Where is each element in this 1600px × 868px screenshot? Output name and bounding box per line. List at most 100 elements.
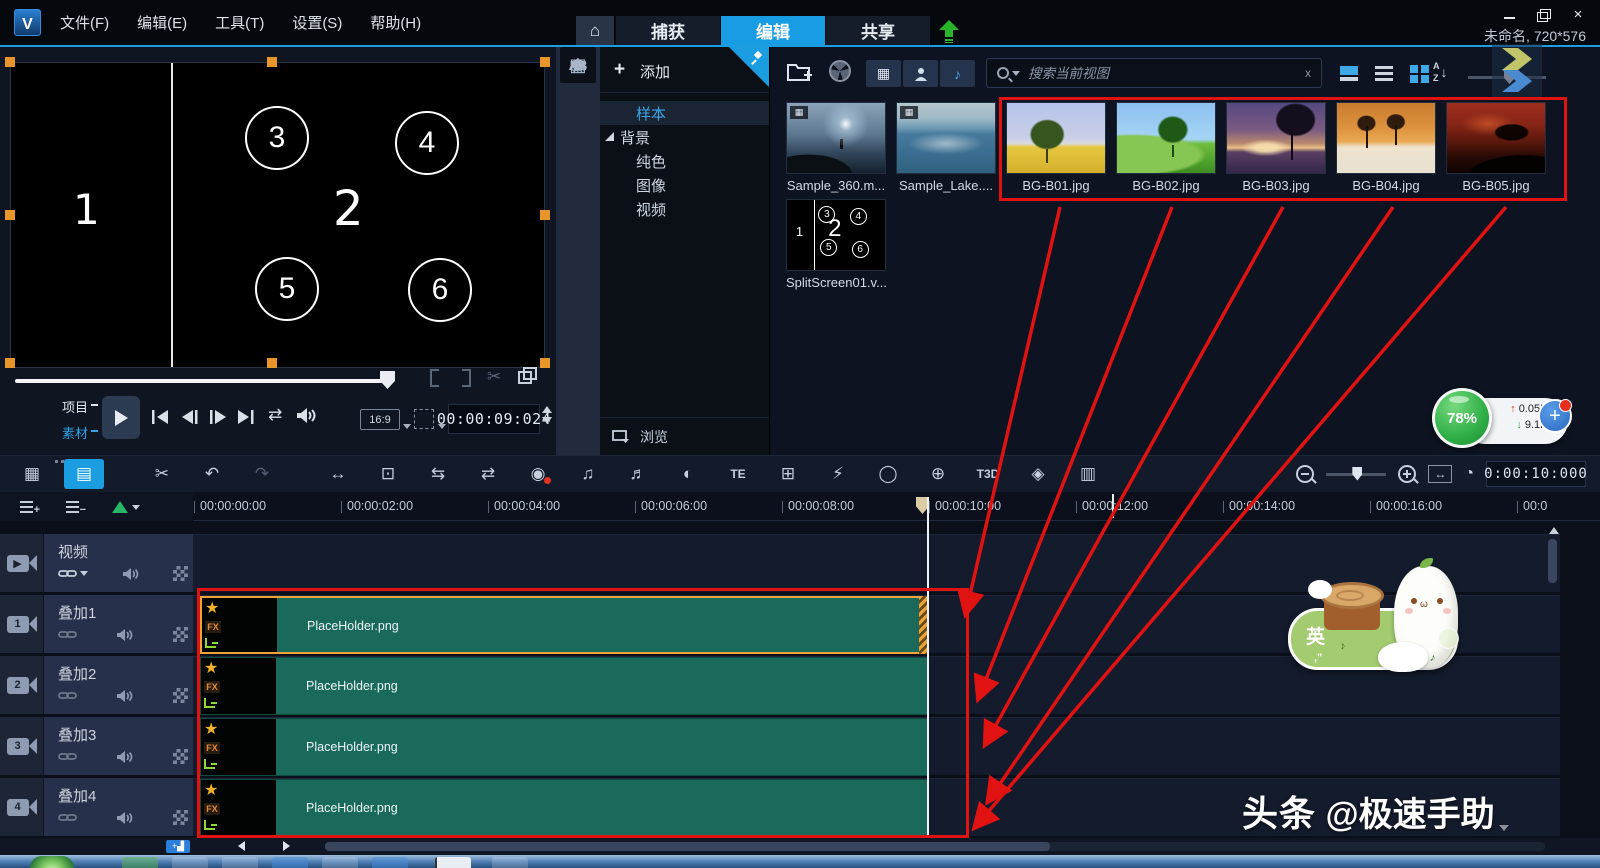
transparency-grid-icon[interactable]: [173, 810, 188, 825]
taskbar-icon[interactable]: [372, 857, 408, 868]
tab-capture[interactable]: 捕获: [616, 16, 720, 45]
tab-share[interactable]: 共享: [826, 16, 930, 45]
scale-frame-icon[interactable]: ⊡: [370, 459, 406, 489]
track-type-cell[interactable]: 2: [0, 656, 44, 714]
enlarge-preview-icon[interactable]: [518, 367, 538, 385]
timeline-zoom-handle[interactable]: [1352, 467, 1362, 481]
view-thumbnail-icon[interactable]: [1336, 62, 1363, 85]
horizontal-scrollbar-thumb[interactable]: [325, 842, 1050, 851]
subtitle-editor-icon[interactable]: TE: [720, 459, 756, 489]
tree-item-images[interactable]: 图像: [600, 173, 769, 197]
link-icon[interactable]: [58, 812, 77, 823]
network-speed-widget[interactable]: ↑0.05K/s ↓9.1K/s 78% +: [1432, 388, 1574, 454]
record-capture-icon[interactable]: ◉: [520, 459, 556, 489]
track-header[interactable]: 1 叠加1: [0, 595, 193, 653]
redo-icon[interactable]: ↷: [244, 459, 280, 489]
timeline-view-icon[interactable]: ▤: [64, 459, 104, 489]
previous-frame-button[interactable]: [180, 409, 200, 425]
menu-file[interactable]: 文件(F): [60, 12, 109, 33]
swap-track-icon[interactable]: ⇄: [470, 459, 506, 489]
fit-project-icon[interactable]: ↔: [1428, 465, 1452, 483]
sound-mixer-icon[interactable]: ♫: [570, 459, 606, 489]
track-header[interactable]: ▶ 视频: [0, 534, 193, 592]
taskbar-videostudio-icon[interactable]: [435, 857, 471, 868]
taskbar-icon[interactable]: [222, 857, 258, 868]
transparency-grid-icon[interactable]: [173, 566, 188, 581]
zoom-out-icon[interactable]: [1296, 465, 1314, 483]
scroll-left-icon[interactable]: [238, 841, 245, 851]
menu-settings[interactable]: 设置(S): [292, 12, 342, 33]
tab-edit[interactable]: 编辑: [721, 16, 825, 45]
floating-chevron-icon[interactable]: [1492, 44, 1542, 98]
track-header[interactable]: 4 叠加4: [0, 778, 193, 836]
ime-language-label[interactable]: 英: [1306, 622, 1325, 649]
mute-speaker-icon[interactable]: [116, 811, 134, 825]
search-caret-icon[interactable]: [1012, 71, 1020, 76]
mute-speaker-icon[interactable]: [116, 628, 134, 642]
sort-az-icon[interactable]: AZ↓: [1433, 60, 1448, 84]
timeline-zoom-slider[interactable]: [1326, 473, 1386, 476]
export-up-arrow-icon[interactable]: [933, 16, 965, 45]
go-to-start-button[interactable]: [150, 409, 170, 425]
resize-handle[interactable]: [540, 358, 550, 368]
horizontal-scrollbar-track[interactable]: [325, 842, 1545, 851]
memory-percent-ball[interactable]: 78%: [1432, 388, 1492, 448]
resize-handle[interactable]: [5, 210, 15, 220]
scrubber-track[interactable]: [15, 379, 387, 383]
preview-viewport[interactable]: 1 2 3 4 5 6: [10, 62, 545, 368]
view-list-icon[interactable]: [1371, 62, 1398, 85]
next-frame-button[interactable]: [208, 409, 228, 425]
track-type-cell[interactable]: ▶: [0, 534, 44, 592]
zoom-in-icon[interactable]: [1398, 465, 1416, 483]
tree-item-videos[interactable]: 视频: [600, 197, 769, 221]
search-box[interactable]: x: [986, 58, 1322, 88]
mute-speaker-icon[interactable]: [122, 567, 140, 581]
mute-speaker-icon[interactable]: [116, 750, 134, 764]
resize-handle[interactable]: [5, 358, 15, 368]
track-options-mini-icon[interactable]: +▟: [166, 840, 190, 853]
library-item[interactable]: ▦ 1 2 3 4 5 6 Sample_360.m...: [786, 102, 886, 193]
track-motion-icon[interactable]: ⊕: [920, 459, 956, 489]
track-type-cell[interactable]: 4: [0, 778, 44, 836]
minimize-button[interactable]: [1502, 8, 1518, 22]
undo-icon[interactable]: ↶: [194, 459, 230, 489]
pin-corner[interactable]: [729, 47, 769, 87]
project-duration[interactable]: 0:00:10:000: [1486, 461, 1586, 487]
aspect-caret-icon[interactable]: [403, 424, 411, 429]
aspect-ratio-select[interactable]: 16:9: [360, 409, 400, 430]
track-header[interactable]: 2 叠加2: [0, 656, 193, 714]
resize-handle[interactable]: [5, 57, 15, 67]
resize-handle[interactable]: [540, 57, 550, 67]
scroll-right-icon[interactable]: [283, 841, 290, 851]
mode-clip-toggle[interactable]: 素材: [30, 423, 98, 442]
mask-creator-icon[interactable]: ◈: [1020, 459, 1056, 489]
motion-tracking-icon[interactable]: ⚡: [820, 459, 856, 489]
scrubber-handle[interactable]: [380, 371, 395, 389]
vertical-scrollbar[interactable]: [1548, 539, 1557, 583]
library-item[interactable]: ▦ 1 2 3 4 5 6 Sample_Lake....: [896, 102, 996, 193]
track-type-cell[interactable]: 1: [0, 595, 44, 653]
library-item[interactable]: ▦ 1 2 3 4 5 6 SplitScreen01.v...: [786, 199, 886, 290]
taskbar-icon[interactable]: [272, 857, 308, 868]
search-input[interactable]: [1028, 66, 1305, 81]
track-header[interactable]: 3 叠加3: [0, 717, 193, 775]
filter-photos-icon[interactable]: [903, 60, 938, 87]
split-screen-template-icon[interactable]: ⊞: [770, 459, 806, 489]
painting-creator-icon[interactable]: ◯: [870, 459, 906, 489]
storyboard-view-icon[interactable]: ▦: [14, 459, 50, 489]
mode-project-toggle[interactable]: 项目: [30, 397, 98, 416]
search-clear-icon[interactable]: x: [1305, 66, 1311, 80]
restore-button[interactable]: [1536, 8, 1552, 22]
menu-tools[interactable]: 工具(T): [215, 12, 264, 33]
taskbar-icon[interactable]: [122, 857, 158, 868]
go-to-end-button[interactable]: [236, 409, 256, 425]
mute-speaker-icon[interactable]: [116, 689, 134, 703]
link-icon[interactable]: [58, 751, 77, 762]
hide-tracks-icon[interactable]: −: [66, 500, 86, 514]
add-label[interactable]: 添加: [640, 61, 670, 82]
transparency-grid-icon[interactable]: [173, 749, 188, 764]
menu-edit[interactable]: 编辑(E): [137, 12, 187, 33]
preview-timecode[interactable]: 00:00:09:024: [448, 404, 540, 434]
tree-item-background[interactable]: 背景: [600, 125, 769, 149]
editing-tools-icon[interactable]: ✂: [144, 459, 180, 489]
